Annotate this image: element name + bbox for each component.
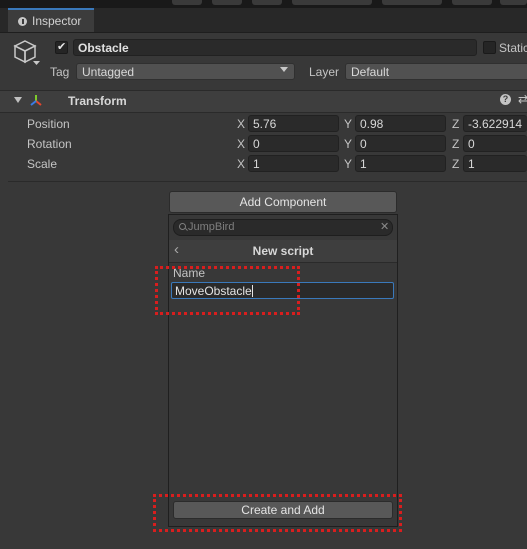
transform-icon [30,95,42,106]
component-title: Transform [68,94,127,108]
transform-header[interactable]: Transform ? ⇄ [0,90,527,113]
inspector-icon [18,17,27,26]
divider [8,181,527,182]
row-label: Scale [27,157,58,171]
settings-icon[interactable]: ⇄ [518,92,527,106]
toolbar-button[interactable] [252,0,282,5]
tag-label: Tag [50,65,70,79]
toolbar-button[interactable] [452,0,492,5]
search-text: JumpBird [188,221,235,233]
clear-icon[interactable]: ✕ [380,220,389,233]
popup-subheader: ‹ New script [169,240,397,263]
checkmark-icon: ✔ [57,41,67,53]
toolbar-button[interactable] [172,0,202,5]
foldout-arrow-icon[interactable] [14,97,22,103]
y-label[interactable]: Y [344,117,352,131]
static-label: Static [499,41,527,55]
toolbar-button[interactable] [382,0,442,5]
scale-x-field[interactable]: 1 [248,155,339,172]
layer-label: Layer [309,65,340,79]
object-name-field[interactable]: Obstacle [73,39,477,56]
annotation-highlight-name [155,266,300,315]
toolbar-button[interactable] [212,0,242,5]
toolbar-button[interactable] [500,0,527,5]
help-icon[interactable]: ? [500,94,511,105]
search-icon [179,223,186,230]
toolbar-strip [0,0,527,8]
rotation-z-field[interactable]: 0 [463,135,527,152]
static-checkbox[interactable] [483,41,496,54]
tag-value: Untagged [82,65,135,79]
add-component-button[interactable]: Add Component [169,191,397,213]
position-y-field[interactable]: 0.98 [355,115,446,132]
scale-z-field[interactable]: 1 [463,155,527,172]
position-z-field[interactable]: -3.622914 [463,115,527,132]
row-label: Position [27,117,70,131]
y-label[interactable]: Y [344,157,352,171]
annotation-highlight-create [153,494,402,532]
chevron-down-icon [280,67,288,72]
gameobject-cube-icon[interactable] [12,39,40,65]
tab-inspector[interactable]: Inspector [8,8,94,32]
z-label[interactable]: Z [452,137,459,151]
z-label[interactable]: Z [452,157,459,171]
rotation-y-field[interactable]: 0 [355,135,446,152]
rotation-x-field[interactable]: 0 [248,135,339,152]
row-label: Rotation [27,137,72,151]
x-label[interactable]: X [237,117,245,131]
x-label[interactable]: X [237,157,245,171]
subheader-title: New script [252,244,314,258]
x-label[interactable]: X [237,137,245,151]
position-x-field[interactable]: 5.76 [248,115,339,132]
tag-dropdown[interactable]: Untagged [76,63,295,80]
toolbar-button[interactable] [292,0,372,5]
layer-value: Default [351,65,390,79]
active-checkbox[interactable]: ✔ [55,41,68,54]
z-label[interactable]: Z [452,117,459,131]
tab-label: Inspector [32,14,82,28]
layer-dropdown[interactable]: Default [345,63,527,80]
y-label[interactable]: Y [344,137,352,151]
search-input[interactable]: JumpBird ✕ [173,219,393,236]
scale-y-field[interactable]: 1 [355,155,446,172]
